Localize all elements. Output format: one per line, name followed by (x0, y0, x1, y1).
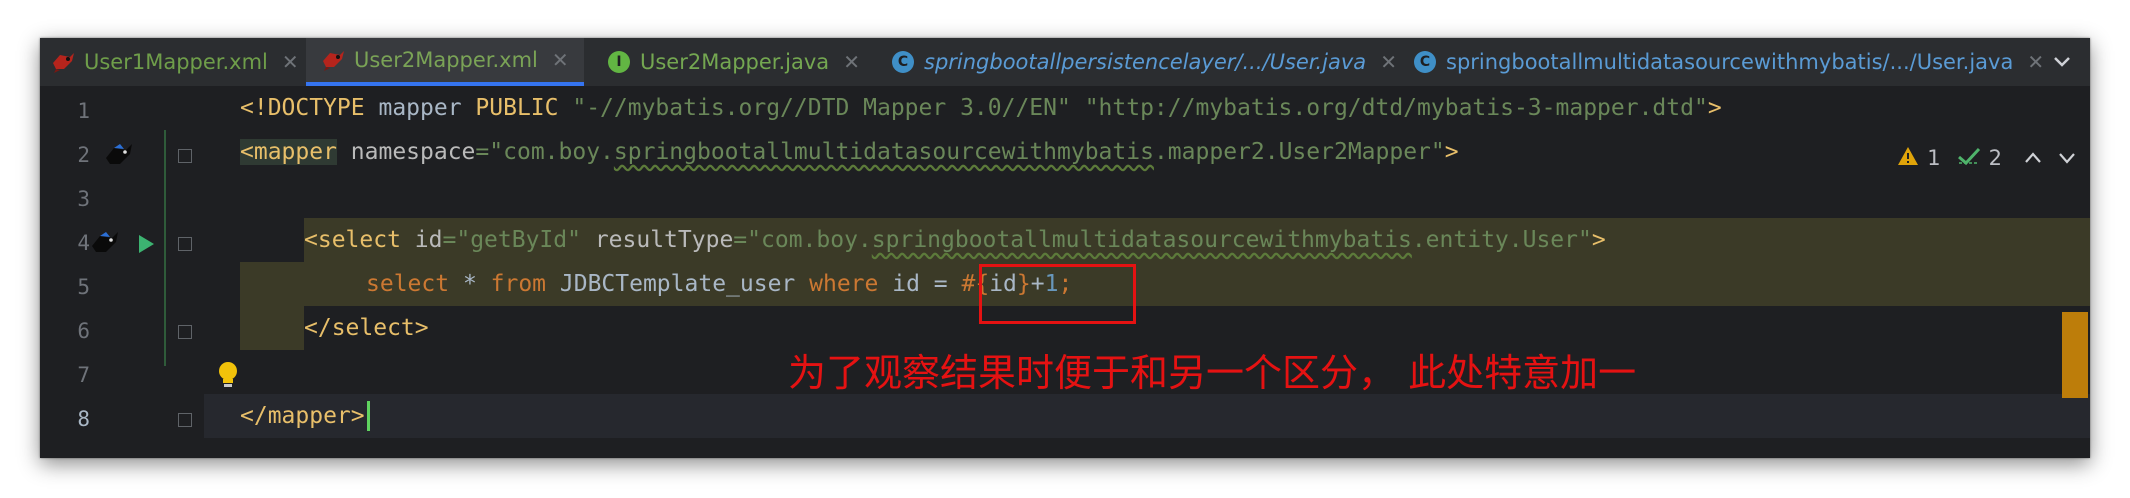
run-icon[interactable] (136, 233, 156, 259)
code-editor[interactable]: 1 2 3 4 5 6 7 8 <!DOCTYPE mapper PUBLIC … (40, 86, 2090, 458)
interface-icon: I (606, 49, 632, 75)
fold-guide (164, 130, 166, 366)
fold-marker[interactable] (178, 413, 192, 427)
code-line-4: <select id = "getById" resultType = "com.boy… (304, 227, 1606, 253)
fold-marker[interactable] (178, 325, 192, 339)
line-number: 6 (77, 319, 90, 343)
scrollbar-marker[interactable] (2062, 312, 2088, 398)
close-icon[interactable]: ✕ (2027, 50, 2044, 74)
tab-multidatasource-user-java[interactable]: C springbootallmultidatasourcewithmybati… (1412, 38, 2052, 86)
editor-tab-bar: User1Mapper.xml ✕ User2Mapper.xml ✕ I Us… (40, 38, 2090, 87)
mybatis-bird-icon (50, 49, 76, 75)
tab-label: springbootallpersistencelayer/.../User.j… (924, 50, 1367, 74)
fold-marker[interactable] (178, 237, 192, 251)
line-number: 5 (77, 275, 90, 299)
code-area[interactable]: <!DOCTYPE mapper PUBLIC "-//mybatis.org/… (204, 86, 2090, 458)
tab-user1mapper-xml[interactable]: User1Mapper.xml ✕ (40, 38, 302, 86)
tab-label: User2Mapper.xml (354, 48, 538, 72)
current-line-highlight (204, 394, 2090, 438)
tab-user2mapper-java[interactable]: I User2Mapper.java ✕ (606, 38, 896, 86)
code-line-6: </select> (304, 315, 429, 341)
tab-persistence-user-java[interactable]: C springbootallpersistencelayer/.../User… (890, 38, 1450, 86)
code-line-8: </mapper> (240, 394, 370, 438)
editor-gutter: 1 2 3 4 5 6 7 8 (40, 86, 237, 458)
red-highlight-box (979, 264, 1136, 324)
class-icon: C (1412, 49, 1438, 75)
tab-user2mapper-xml[interactable]: User2Mapper.xml ✕ (306, 38, 584, 86)
warning-icon[interactable] (1897, 146, 1919, 171)
annotation-text: 为了观察结果时便于和另一个区分， 此处特意加一 (788, 351, 1637, 395)
code-line-2: <mapper namespace = "com.boy. springbootall… (240, 139, 1459, 165)
line-number: 8 (77, 407, 90, 431)
mybatis-bird-icon (320, 47, 346, 73)
fold-marker[interactable] (178, 149, 192, 163)
text-caret (366, 401, 370, 431)
class-icon: C (890, 49, 916, 75)
check-count: 2 (1988, 146, 2002, 170)
code-line-5: select * from JDBCTemplate_user where id… (366, 271, 1073, 297)
highlight-block (240, 306, 304, 350)
inspection-widget[interactable]: 1 2 (1897, 142, 2076, 174)
close-icon[interactable]: ✕ (843, 50, 860, 74)
tab-label: User1Mapper.xml (84, 50, 268, 74)
line-number: 2 (77, 143, 90, 167)
code-line-1: <!DOCTYPE mapper PUBLIC "-//mybatis.org/… (240, 95, 1722, 121)
line-number: 7 (77, 363, 90, 387)
line-number: 4 (77, 231, 90, 255)
tab-label: User2Mapper.java (640, 50, 830, 74)
ide-window: User1Mapper.xml ✕ User2Mapper.xml ✕ I Us… (40, 38, 2090, 458)
close-icon[interactable]: ✕ (282, 50, 299, 74)
check-icon[interactable] (1957, 146, 1981, 171)
mybatis-bird-icon[interactable] (102, 140, 136, 174)
chevron-down-icon[interactable] (2044, 44, 2080, 80)
close-icon[interactable]: ✕ (1380, 50, 1397, 74)
close-icon[interactable]: ✕ (552, 48, 569, 72)
line-number: 1 (77, 99, 90, 123)
mybatis-bird-icon[interactable] (88, 228, 122, 262)
chevron-up-icon[interactable] (2024, 146, 2042, 170)
warning-count: 1 (1927, 146, 1941, 170)
line-number: 3 (77, 187, 90, 211)
tab-label: springbootallmultidatasourcewithmybatis/… (1446, 50, 2014, 74)
chevron-down-icon[interactable] (2058, 146, 2076, 170)
